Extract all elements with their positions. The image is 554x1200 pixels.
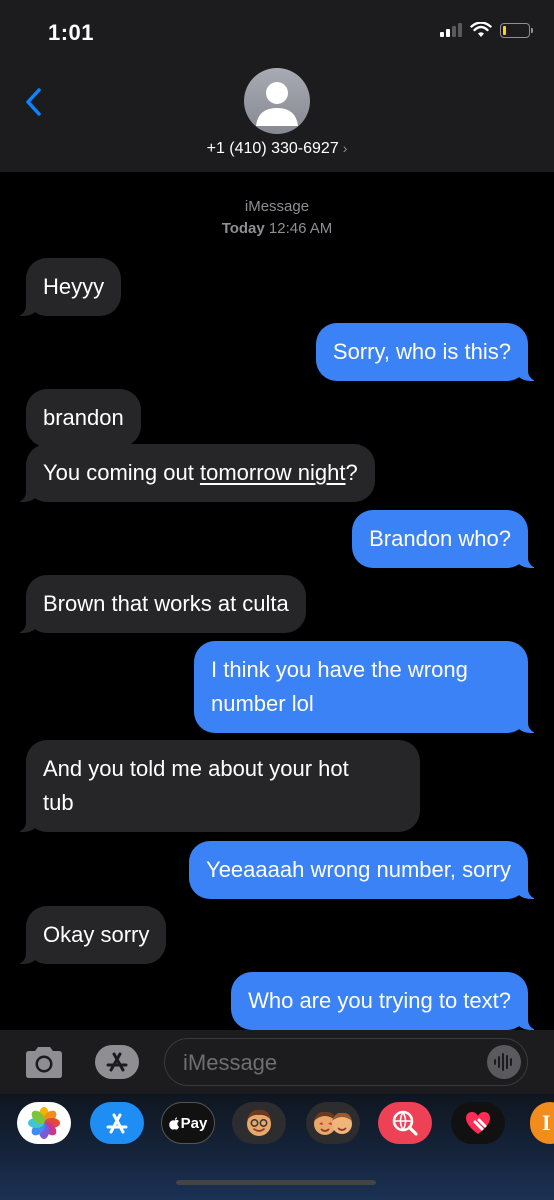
incoming-message[interactable]: brandon: [26, 389, 141, 447]
home-indicator: [176, 1180, 376, 1185]
contact-avatar[interactable]: [244, 68, 310, 134]
chevron-right-icon: ›: [342, 140, 348, 156]
message-text: You coming out tomorrow night?: [43, 460, 358, 485]
memoji-icon: [247, 1109, 271, 1136]
compose-bar: [0, 1030, 554, 1094]
message-text: Who are you trying to text?: [248, 988, 511, 1013]
status-icons: [440, 22, 533, 38]
outgoing-message[interactable]: I think you have the wrong number lol: [194, 641, 538, 733]
message-text: Sorry, who is this?: [332, 339, 511, 364]
message-text: Okay sorry: [43, 922, 150, 947]
app-drawer-button[interactable]: [94, 1044, 140, 1080]
message-text: Heyyy: [43, 274, 105, 299]
date-link[interactable]: tomorrow night: [200, 460, 346, 485]
back-button[interactable]: [18, 84, 48, 120]
incoming-message[interactable]: You coming out tomorrow night?: [16, 444, 375, 502]
outgoing-message[interactable]: Sorry, who is this?: [315, 323, 539, 381]
camera-icon: [26, 1047, 62, 1078]
battery-icon: [500, 22, 533, 38]
message-text: Yeeaaaah wrong number, sorry: [206, 857, 511, 882]
thread-timestamp: Today 12:46 AM: [0, 220, 554, 237]
apple-pay-app[interactable]: Pay: [161, 1102, 215, 1144]
incoming-message[interactable]: Brown that works at culta: [16, 575, 306, 633]
app-store-app[interactable]: [90, 1102, 144, 1144]
app-store-icon: [106, 1113, 128, 1134]
chevron-left-icon: [26, 88, 41, 116]
thread-service-label: iMessage: [244, 198, 310, 215]
incoming-message[interactable]: And you told me about your hot tub: [16, 740, 420, 832]
message-line: And you told me about your hot: [43, 756, 349, 781]
web-search-icon: [392, 1110, 418, 1136]
app-store-icon: [95, 1045, 139, 1079]
message-text: I think you have the wrong number lol: [211, 657, 468, 716]
more-app-icon: I: [542, 1110, 551, 1135]
memoji-stickers-icon: [314, 1111, 352, 1135]
memoji-stickers-app[interactable]: [306, 1102, 360, 1144]
message-input[interactable]: [183, 1050, 473, 1076]
camera-button[interactable]: [22, 1044, 66, 1080]
message-line: I think you have the wrong: [211, 657, 468, 682]
audio-message-button[interactable]: [487, 1045, 521, 1079]
person-silhouette-icon: [256, 82, 298, 126]
conversation-header: 1:01 +1 (410) 330-6927 ›: [0, 0, 554, 172]
timestamp-time: 12:46 AM: [268, 220, 333, 237]
memoji-app[interactable]: [232, 1102, 286, 1144]
message-text: And you told me about your hot tub: [43, 756, 349, 815]
message-text: brandon: [43, 405, 124, 430]
message-line: number lol: [211, 691, 314, 716]
apple-pay-icon: Pay: [168, 1114, 208, 1132]
message-text-part: ?: [345, 460, 358, 485]
web-search-app[interactable]: [378, 1102, 432, 1144]
cellular-signal-icon: [440, 23, 462, 37]
outgoing-message[interactable]: Yeeaaaah wrong number, sorry: [189, 841, 538, 899]
contact-details-link[interactable]: +1 (410) 330-6927 ›: [0, 140, 554, 158]
digital-touch-icon: [466, 1112, 490, 1134]
message-line: tub: [43, 790, 74, 815]
message-thread[interactable]: iMessage Today 12:46 AM Heyyy Sorry, who…: [0, 172, 554, 1030]
more-app[interactable]: I: [530, 1102, 554, 1144]
message-text: Brown that works at culta: [43, 591, 289, 616]
outgoing-message[interactable]: Brandon who?: [352, 510, 538, 568]
photos-app[interactable]: [17, 1102, 71, 1144]
contact-phone: +1 (410) 330-6927: [206, 140, 339, 157]
message-field[interactable]: [164, 1038, 528, 1086]
message-text-part: You coming out: [43, 460, 200, 485]
photos-icon: [28, 1107, 60, 1139]
message-text: Brandon who?: [369, 526, 511, 551]
apple-pay-label: Pay: [180, 1114, 208, 1132]
incoming-message[interactable]: Heyyy: [15, 258, 122, 316]
wifi-icon: [470, 22, 492, 37]
status-time: 1:01: [48, 20, 95, 45]
incoming-message[interactable]: Okay sorry: [15, 906, 167, 964]
outgoing-message[interactable]: Who are you trying to text?: [231, 972, 538, 1030]
timestamp-day: Today: [221, 220, 265, 237]
waveform-icon: [494, 1053, 512, 1071]
digital-touch-app[interactable]: [451, 1102, 505, 1144]
